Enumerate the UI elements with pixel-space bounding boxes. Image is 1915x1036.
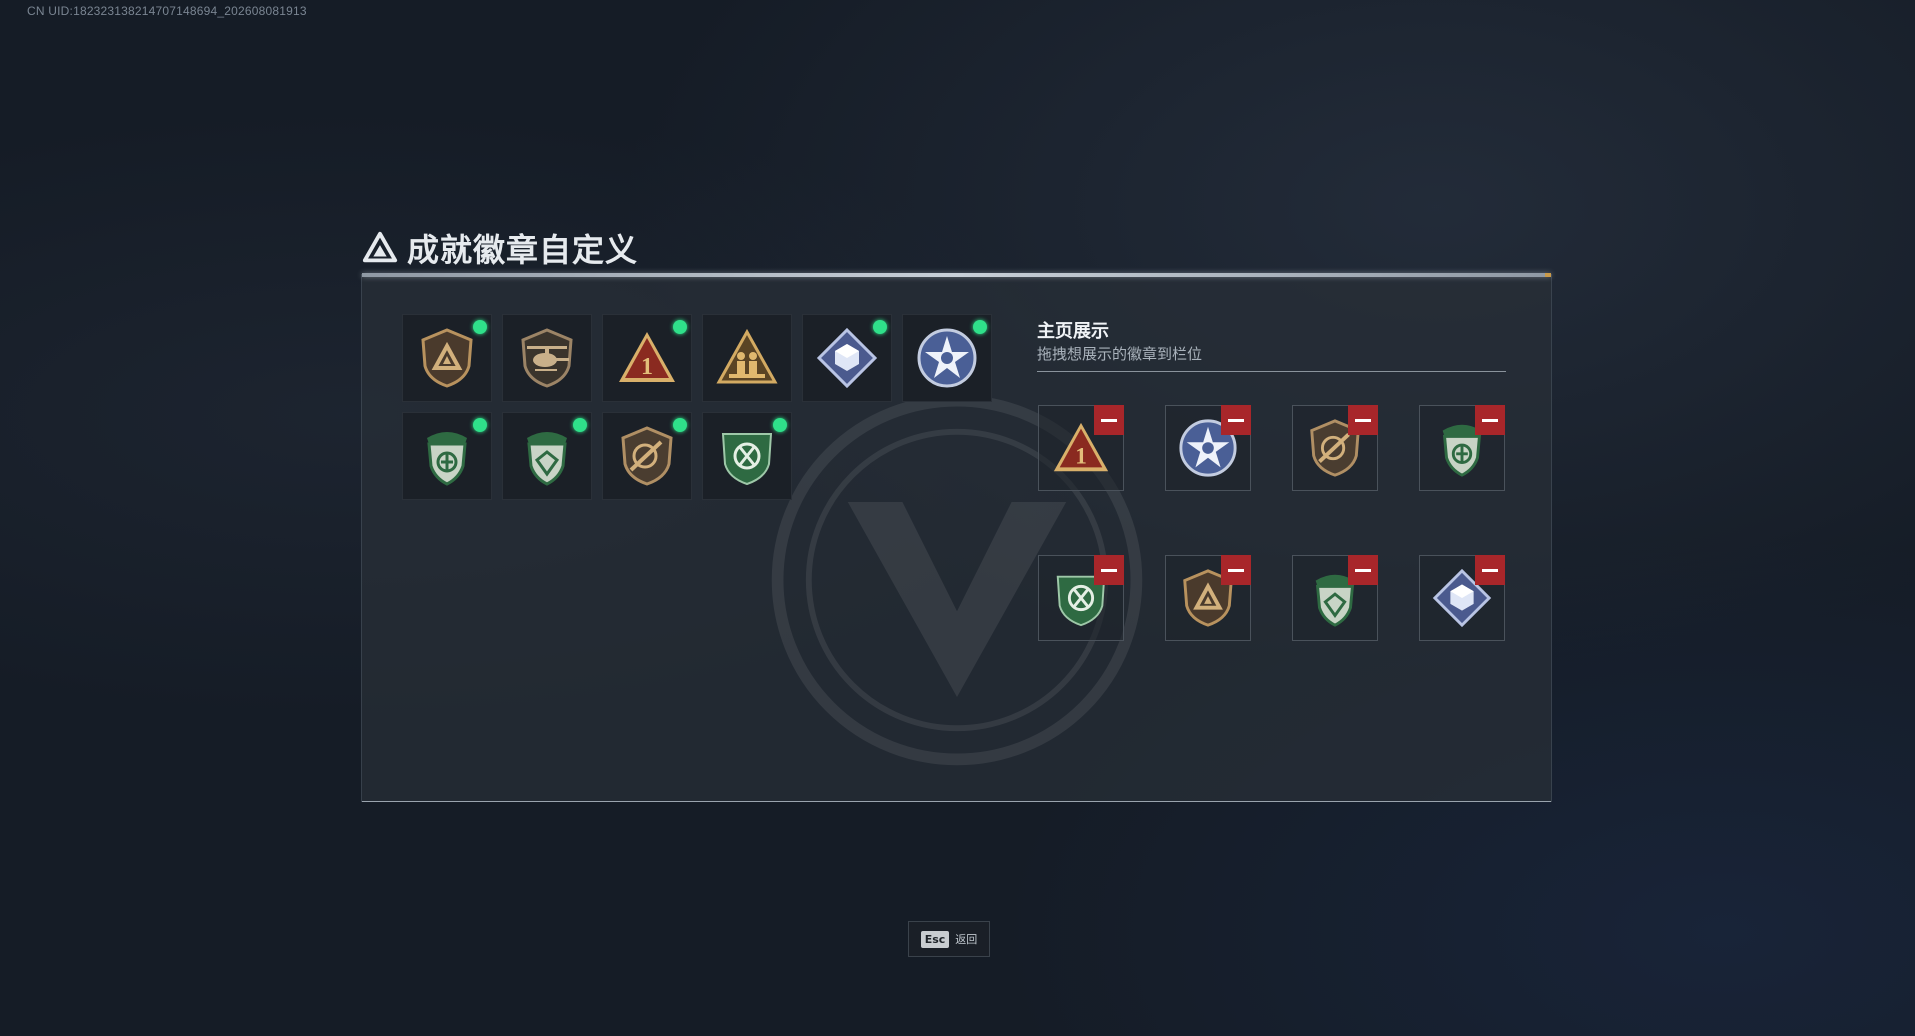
page-title: 成就徽章自定义 [361,228,638,268]
green-beret-shield-gem-badge-icon [527,432,567,486]
new-indicator-dot [973,320,987,334]
showcase-slot-7[interactable] [1292,555,1378,641]
owned-badge-2[interactable] [502,314,592,402]
back-label: 返回 [955,934,978,946]
green-beret-shield-arrows-badge-icon [427,432,467,486]
page-title-text: 成就徽章自定义 [407,232,639,268]
showcase-subtitle: 拖拽想展示的徽章到栏位 [1037,346,1203,363]
owned-badge-7[interactable] [402,412,492,500]
showcase-slot-8[interactable] [1419,555,1505,641]
badge-customize-panel: 1 主页展示 拖拽想展示的徽章到栏位 1 [361,273,1552,802]
showcase-slot-5[interactable] [1038,555,1124,641]
silver-star-wreath-badge-icon [917,328,977,388]
gold-soldiers-triangle-badge-icon [716,328,778,384]
remove-badge-button[interactable] [1221,405,1251,435]
triangle-logo-icon [362,231,398,263]
new-indicator-dot [673,418,687,432]
remove-badge-button[interactable] [1348,405,1378,435]
uid-label: CN UID:1823231382147071486­94_2026080819… [27,4,307,18]
panel-bottom-line [362,801,1551,802]
new-indicator-dot [773,418,787,432]
remove-badge-button[interactable] [1094,405,1124,435]
new-indicator-dot [573,418,587,432]
green-shield-recycle-badge-icon [721,433,773,486]
remove-badge-button[interactable] [1475,555,1505,585]
blue-diamond-crate-badge-icon [816,327,878,389]
esc-key-hint: Esc [920,930,950,948]
remove-badge-button[interactable] [1094,555,1124,585]
red-triangle-number-one-badge-icon: 1 [619,332,675,382]
remove-badge-button[interactable] [1221,555,1251,585]
remove-badge-button[interactable] [1475,405,1505,435]
showcase-slot-grid: 1 [1038,405,1505,641]
helicopter-badge-icon [521,328,573,388]
svg-text:1: 1 [641,354,653,380]
bronze-shield-rifle-badge-icon [621,426,673,486]
owned-badge-grid: 1 [402,314,992,500]
showcase-slot-1[interactable]: 1 [1038,405,1124,491]
owned-badge-6[interactable] [902,314,992,402]
showcase-slot-2[interactable] [1165,405,1251,491]
owned-badge-4[interactable] [702,314,792,402]
owned-badge-10[interactable] [702,412,792,500]
showcase-title: 主页展示 [1037,321,1109,341]
back-button[interactable]: Esc 返回 [908,921,990,957]
panel-top-bar [362,273,1551,277]
bronze-shield-triangle-badge-icon [421,328,473,388]
owned-badge-5[interactable] [802,314,892,402]
new-indicator-dot [473,418,487,432]
new-indicator-dot [873,320,887,334]
showcase-divider [1037,371,1506,372]
remove-badge-button[interactable] [1348,555,1378,585]
showcase-slot-6[interactable] [1165,555,1251,641]
showcase-slot-4[interactable] [1419,405,1505,491]
showcase-slot-3[interactable] [1292,405,1378,491]
owned-badge-1[interactable] [402,314,492,402]
svg-text:1: 1 [1075,444,1087,470]
owned-badge-8[interactable] [502,412,592,500]
new-indicator-dot [673,320,687,334]
new-indicator-dot [473,320,487,334]
owned-badge-9[interactable] [602,412,692,500]
owned-badge-3[interactable]: 1 [602,314,692,402]
